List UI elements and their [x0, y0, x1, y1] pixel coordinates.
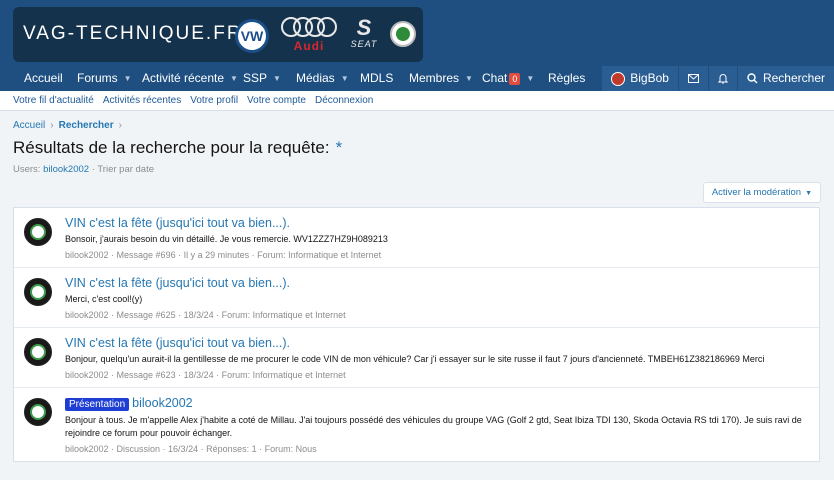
result-title[interactable]: VIN c'est la fête (jusqu'ici tout va bie… — [65, 276, 809, 290]
avatar — [611, 71, 626, 86]
result-meta: bilook2002 · Discussion · 16/3/24 · Répo… — [65, 444, 317, 454]
chevron-down-icon: ▼ — [123, 74, 132, 84]
nav-ssp[interactable]: SSP ▼ — [243, 66, 281, 91]
nav-accueil[interactable]: Accueil — [24, 66, 63, 91]
seat-logo-text: SEAT — [350, 39, 378, 49]
thread-prefix-badge[interactable]: Présentation — [65, 398, 130, 411]
inbox-button[interactable] — [677, 66, 708, 91]
audi-logo-text: Audi — [293, 39, 325, 53]
result-title[interactable]: bilook2002 — [132, 396, 192, 410]
nav-medias[interactable]: Médias ▼ — [296, 66, 349, 91]
breadcrumb-current[interactable]: Rechercher — [59, 120, 114, 131]
chevron-down-icon: ▼ — [340, 74, 349, 84]
skoda-logo-icon — [390, 21, 416, 47]
page-title-text: Résultats de la recherche pour la requêt… — [13, 138, 330, 157]
list-item: VIN c'est la fête (jusqu'ici tout va bie… — [14, 328, 819, 388]
moderation-toggle-button[interactable]: Activer la modération ▼ — [702, 182, 821, 203]
page-body: Accueil › Rechercher › Résultats de la rech… — [0, 111, 834, 480]
search-button[interactable]: Rechercher — [736, 66, 834, 91]
nav-chat[interactable]: Chat 0 ▼ — [482, 66, 534, 91]
nav-mdls[interactable]: MDLS — [360, 66, 393, 91]
avatar[interactable] — [24, 398, 52, 426]
subnav-votre-profil[interactable]: Votre profil — [190, 95, 238, 106]
result-title-row: Présentation bilook2002 — [65, 396, 809, 411]
alerts-button[interactable] — [707, 66, 737, 91]
list-item: VIN c'est la fête (jusqu'ici tout va bie… — [14, 268, 819, 328]
chevron-down-icon: ▼ — [805, 190, 812, 197]
result-title[interactable]: VIN c'est la fête (jusqu'ici tout va bie… — [65, 216, 809, 230]
moderation-button-label: Activer la modération — [711, 187, 802, 198]
user-nav: BigBob Rechercher — [601, 66, 834, 91]
subnav-votre-compte[interactable]: Votre compte — [247, 95, 306, 106]
avatar[interactable] — [24, 278, 52, 306]
chevron-right-icon: › — [118, 120, 122, 131]
site-header: VAG-TECHNIQUE.FR VW Audi S SEAT — [0, 0, 834, 66]
chevron-down-icon: ▼ — [526, 74, 535, 84]
vw-logo-text: VW — [240, 28, 264, 44]
list-item: VIN c'est la fête (jusqu'ici tout va bie… — [14, 208, 819, 268]
search-label: Rechercher — [762, 71, 825, 85]
result-meta: bilook2002 · Message #623 · 18/3/24 · Fo… — [65, 370, 346, 380]
subnav-fil-actualite[interactable]: Votre fil d'actualité — [13, 95, 94, 106]
chevron-right-icon: › — [50, 120, 54, 131]
result-title[interactable]: VIN c'est la fête (jusqu'ici tout va bie… — [65, 336, 809, 350]
nav-regles[interactable]: Règles — [548, 66, 585, 91]
seat-logo-icon: S SEAT — [343, 17, 385, 50]
chevron-down-icon: ▼ — [465, 74, 473, 84]
list-item: Présentation bilook2002 Bonjour à tous. J… — [14, 388, 819, 461]
audi-logo-icon: Audi — [281, 17, 337, 53]
chat-count-badge: 0 — [509, 72, 521, 85]
sub-nav: Votre fil d'actualité Activités récentes… — [0, 91, 834, 111]
site-name: VAG-TECHNIQUE.FR — [23, 23, 243, 44]
breadcrumb-home[interactable]: Accueil — [13, 120, 45, 131]
subnav-activites-recentes[interactable]: Activités récentes — [103, 95, 181, 106]
search-meta: Users: bilook2002 · Trier par date — [13, 164, 155, 175]
users-label: Users: — [13, 164, 41, 175]
nav-membres[interactable]: Membres ▼ — [409, 66, 473, 91]
search-results-list: VIN c'est la fête (jusqu'ici tout va bie… — [13, 207, 820, 462]
search-icon — [747, 73, 758, 84]
result-snippet: Bonsoir, j'aurais besoin du vin détaillé… — [65, 234, 388, 244]
result-snippet: Bonjour, quelqu'un aurait-il la gentille… — [65, 354, 765, 364]
user-account-link[interactable]: BigBob — [601, 66, 678, 91]
page-title: Résultats de la recherche pour la requêt… — [13, 138, 342, 158]
result-meta: bilook2002 · Message #696 · Il y a 29 mi… — [65, 250, 382, 260]
bell-icon — [717, 74, 728, 84]
result-snippet: Merci, c'est cool!(y) — [65, 294, 143, 304]
chevron-down-icon: ▼ — [230, 74, 238, 84]
subnav-deconnexion[interactable]: Déconnexion — [315, 95, 373, 106]
result-snippet: Bonjour à tous. Je m'appelle Alex j'habi… — [65, 415, 802, 438]
result-meta: bilook2002 · Message #625 · 18/3/24 · Fo… — [65, 310, 346, 320]
envelope-icon — [687, 74, 699, 83]
vw-logo-icon: VW — [235, 19, 269, 53]
avatar[interactable] — [24, 338, 52, 366]
breadcrumb: Accueil › Rechercher › — [13, 120, 127, 131]
avatar[interactable] — [24, 218, 52, 246]
site-logo[interactable]: VAG-TECHNIQUE.FR VW Audi S SEAT — [13, 7, 423, 62]
username: BigBob — [630, 71, 669, 85]
sort-label: Trier par date — [97, 164, 155, 175]
search-query-link[interactable]: * — [336, 138, 343, 157]
users-filter-link[interactable]: bilook2002 — [43, 164, 89, 175]
chevron-down-icon: ▼ — [273, 74, 281, 84]
main-nav: Accueil Forums ▼ Activité récente ▼ SSP ▼ M… — [0, 66, 834, 91]
nav-forums[interactable]: Forums ▼ — [77, 66, 132, 91]
nav-activite-recente[interactable]: Activité récente ▼ — [142, 66, 238, 91]
